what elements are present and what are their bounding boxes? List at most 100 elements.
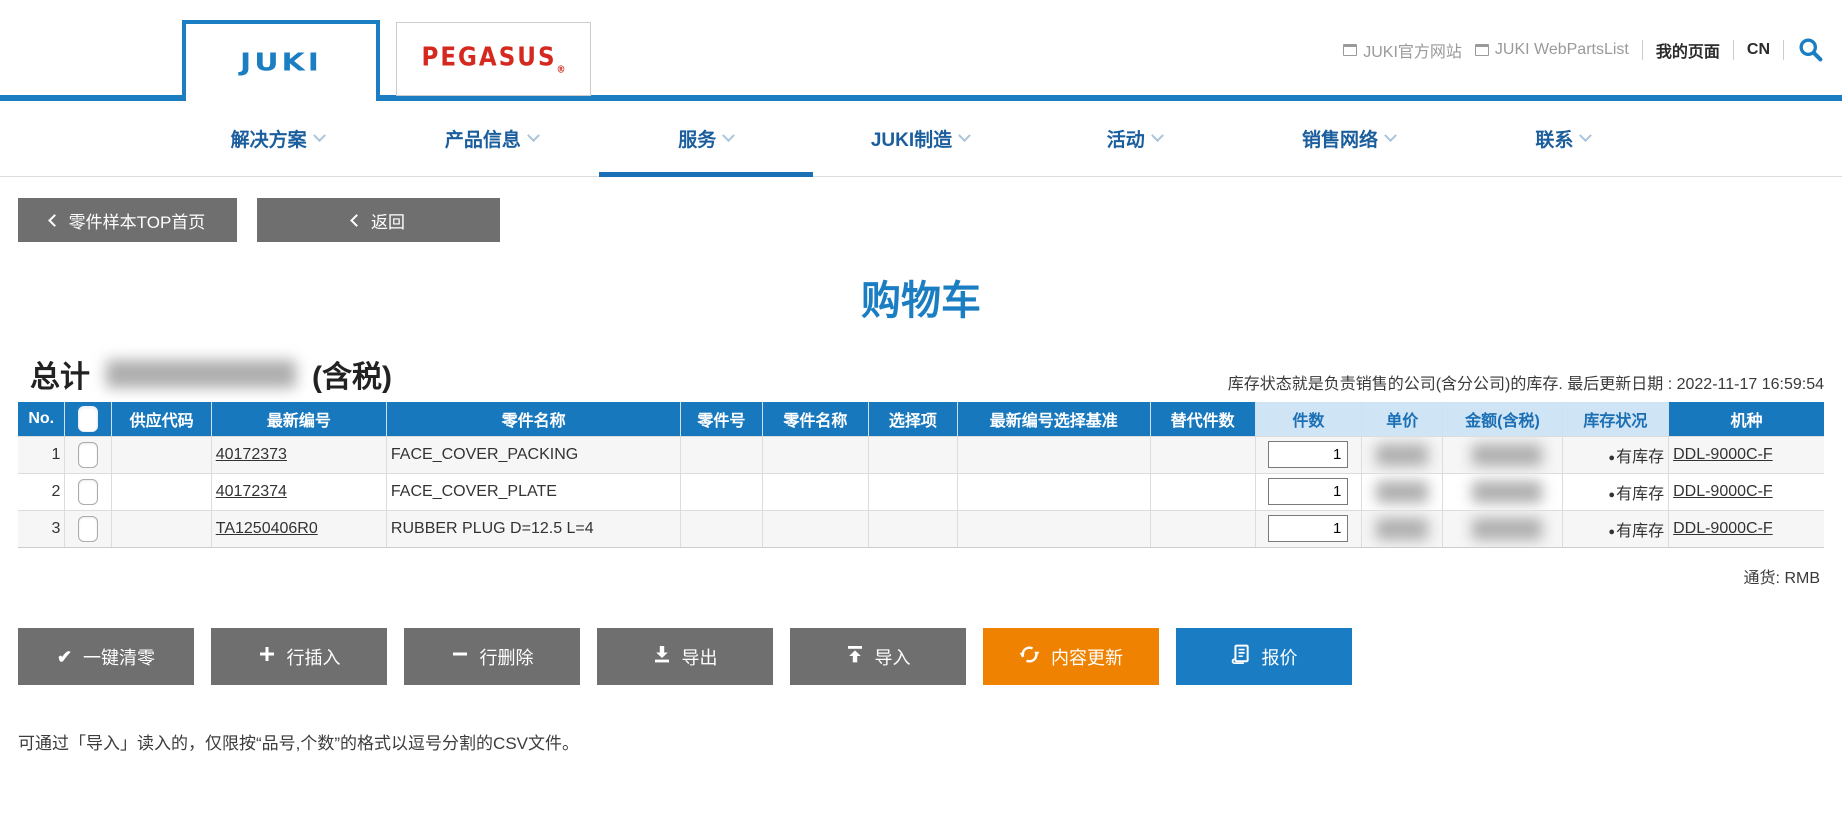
col-option: 选择项 xyxy=(869,402,957,436)
chevron-down-icon xyxy=(527,129,540,142)
check-icon: ✔ xyxy=(57,648,72,666)
amount-redacted xyxy=(1472,444,1542,466)
col-model: 机种 xyxy=(1669,402,1824,436)
part-no-link[interactable]: 40172374 xyxy=(216,483,287,500)
pegasus-brand-tab[interactable]: PEGASUS® xyxy=(396,22,591,96)
main-nav: 解决方案 产品信息 服务 JUKI制造 活动 销售网络 联系 xyxy=(0,101,1842,177)
quantity-input[interactable] xyxy=(1268,515,1348,542)
chevron-left-icon xyxy=(48,214,61,227)
quantity-input[interactable] xyxy=(1268,478,1348,505)
parts-catalog-top-button[interactable]: 零件样本TOP首页 xyxy=(18,198,237,242)
clear-all-button[interactable]: ✔ 一键清零 xyxy=(18,628,194,685)
total-label: 总计 xyxy=(30,352,90,396)
stock-status-note: 库存状态就是负责销售的公司(含分公司)的库存. 最后更新日期 : 2022-11… xyxy=(1228,370,1824,396)
nav-item-products[interactable]: 产品信息 xyxy=(384,101,598,176)
chevron-down-icon xyxy=(1579,129,1592,142)
col-quantity: 件数 xyxy=(1255,402,1362,436)
supplier-code-cell xyxy=(112,436,211,473)
chevron-left-icon xyxy=(350,214,363,227)
chevron-down-icon xyxy=(1384,129,1397,142)
nav-item-sales-network[interactable]: 销售网络 xyxy=(1241,101,1455,176)
col-substitute-count: 替代件数 xyxy=(1150,402,1255,436)
external-window-icon xyxy=(1475,44,1489,56)
row-checkbox[interactable] xyxy=(78,479,98,505)
page-title: 购物车 xyxy=(0,268,1842,326)
search-icon[interactable] xyxy=(1797,36,1824,63)
chevron-down-icon xyxy=(958,129,971,142)
col-supplier-code: 供应代码 xyxy=(112,402,211,436)
link-juki-official[interactable]: JUKI官方网站 xyxy=(1343,38,1462,62)
table-header-row: No. 供应代码 最新编号 零件名称 零件号 零件名称 选择项 最新编号选择基准… xyxy=(18,402,1824,436)
col-selection-basis: 最新编号选择基准 xyxy=(957,402,1150,436)
link-juki-webpartslist[interactable]: JUKI WebPartsList xyxy=(1475,41,1629,59)
utility-links: JUKI官方网站 JUKI WebPartsList 我的页面 CN xyxy=(1343,36,1824,63)
minus-icon xyxy=(451,645,469,668)
total-suffix: (含税) xyxy=(312,352,392,396)
chevron-down-icon xyxy=(313,129,326,142)
part-no-cell: 40172374 xyxy=(211,473,386,510)
part-name-cell: RUBBER PLUG D=12.5 L=4 xyxy=(386,510,680,547)
model-cell: DDL-9000C-F xyxy=(1669,436,1824,473)
nav-item-events[interactable]: 活动 xyxy=(1027,101,1241,176)
divider xyxy=(1783,40,1784,60)
row-checkbox[interactable] xyxy=(78,516,98,542)
stock-dot-icon: ● xyxy=(1608,489,1615,501)
model-link[interactable]: DDL-9000C-F xyxy=(1673,520,1773,537)
model-link[interactable]: DDL-9000C-F xyxy=(1673,446,1773,463)
insert-row-button[interactable]: 行插入 xyxy=(211,628,387,685)
col-part-name-2: 零件名称 xyxy=(762,402,869,436)
import-button[interactable]: 导入 xyxy=(790,628,966,685)
col-latest-part-no: 最新编号 xyxy=(211,402,386,436)
row-no: 3 xyxy=(18,510,65,547)
divider xyxy=(1733,40,1734,60)
row-select-cell xyxy=(65,473,112,510)
pegasus-logo: PEGASUS® xyxy=(421,43,565,75)
upload-icon xyxy=(846,645,864,668)
unit-price-redacted xyxy=(1376,518,1428,540)
delete-row-button[interactable]: 行删除 xyxy=(404,628,580,685)
my-page-link[interactable]: 我的页面 xyxy=(1656,38,1720,62)
cart-table: No. 供应代码 最新编号 零件名称 零件号 零件名称 选择项 最新编号选择基准… xyxy=(18,402,1824,547)
language-toggle[interactable]: CN xyxy=(1747,41,1770,59)
nav-item-juki-manufacturing[interactable]: JUKI制造 xyxy=(813,101,1027,176)
export-button[interactable]: 导出 xyxy=(597,628,773,685)
refresh-content-button[interactable]: 内容更新 xyxy=(983,628,1159,685)
quantity-input[interactable] xyxy=(1268,441,1348,468)
divider xyxy=(1642,40,1643,60)
cart-total: 总计 (含税) xyxy=(30,352,392,396)
col-select-all xyxy=(65,402,112,436)
unit-price-cell xyxy=(1362,436,1443,473)
row-no: 2 xyxy=(18,473,65,510)
part-no-cell: 40172373 xyxy=(211,436,386,473)
col-stock-status: 库存状况 xyxy=(1562,402,1669,436)
breadcrumb: 零件样本TOP首页 返回 xyxy=(18,198,1842,242)
table-row: 3 TA1250406R0 RUBBER PLUG D=12.5 L=4 ●有库… xyxy=(18,510,1824,547)
quantity-cell xyxy=(1255,473,1362,510)
row-checkbox[interactable] xyxy=(78,442,98,468)
model-cell: DDL-9000C-F xyxy=(1669,473,1824,510)
supplier-code-cell xyxy=(112,510,211,547)
back-button[interactable]: 返回 xyxy=(257,198,500,242)
amount-cell xyxy=(1443,510,1562,547)
nav-item-service[interactable]: 服务 xyxy=(599,101,813,176)
part-no-link[interactable]: 40172373 xyxy=(216,446,287,463)
model-link[interactable]: DDL-9000C-F xyxy=(1673,483,1773,500)
row-select-cell xyxy=(65,436,112,473)
chevron-down-icon xyxy=(1151,129,1164,142)
chevron-down-icon xyxy=(722,129,735,142)
quote-button[interactable]: 报价 xyxy=(1176,628,1352,685)
stock-status-cell: ●有库存 xyxy=(1562,510,1669,547)
part-no-link[interactable]: TA1250406R0 xyxy=(216,520,318,537)
quantity-cell xyxy=(1255,510,1362,547)
external-window-icon xyxy=(1343,44,1357,56)
quote-doc-icon xyxy=(1231,644,1251,669)
quantity-cell xyxy=(1255,436,1362,473)
unit-price-redacted xyxy=(1376,444,1428,466)
juki-brand-tab[interactable]: JUKI xyxy=(182,20,380,101)
row-select-cell xyxy=(65,510,112,547)
model-cell: DDL-9000C-F xyxy=(1669,510,1824,547)
supplier-code-cell xyxy=(112,473,211,510)
nav-item-solutions[interactable]: 解决方案 xyxy=(170,101,384,176)
nav-item-contact[interactable]: 联系 xyxy=(1456,101,1670,176)
select-all-checkbox[interactable] xyxy=(78,406,98,432)
